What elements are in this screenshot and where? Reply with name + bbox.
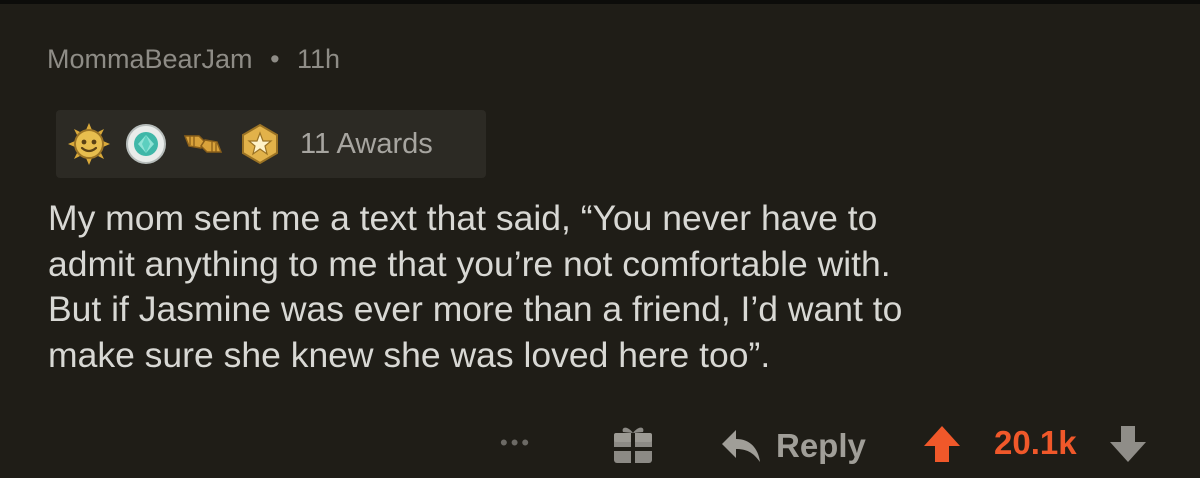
meta-separator: •	[270, 44, 280, 74]
awards-count: 11 Awards	[300, 127, 433, 160]
awards-bar[interactable]: 11 Awards	[56, 110, 486, 178]
reply-arrow-icon	[722, 430, 760, 462]
sun-award-icon	[66, 121, 112, 167]
comment-meta: MommaBearJam • 11h	[47, 44, 340, 75]
fist-bump-award-icon	[180, 121, 226, 167]
downvote-arrow-icon[interactable]	[1108, 424, 1148, 464]
upvote-arrow-icon[interactable]	[922, 424, 962, 464]
more-options-button[interactable]: •••	[500, 430, 532, 456]
comment-body: My mom sent me a text that said, “You ne…	[48, 198, 903, 375]
gift-icon[interactable]	[611, 423, 655, 467]
reply-button[interactable]: Reply	[720, 422, 866, 470]
comment-card: MommaBearJam • 11h 11 Awards My mom sent…	[0, 0, 1200, 478]
star-badge-award-icon	[237, 121, 283, 167]
comment-age: 11h	[297, 44, 341, 74]
vote-score: 20.1k	[994, 424, 1077, 461]
author-link[interactable]: MommaBearJam	[47, 44, 253, 74]
gem-award-icon	[123, 121, 169, 167]
reply-label: Reply	[776, 427, 866, 464]
